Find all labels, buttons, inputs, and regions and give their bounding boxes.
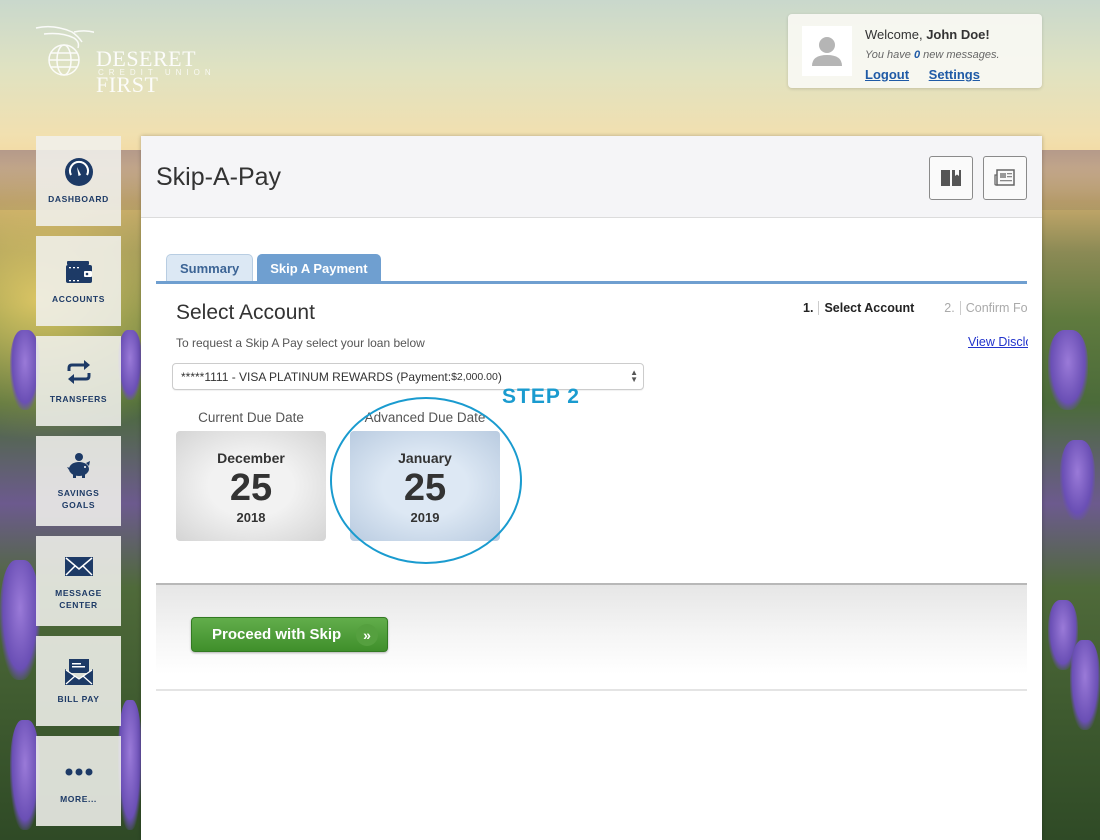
- account-select-value: *****1111 - VISA PLATINUM REWARDS (Payme…: [181, 369, 452, 384]
- transfer-arrows-icon: [67, 360, 90, 384]
- globe-bird-logo-icon: [35, 25, 94, 76]
- progress-steps: 1. Select Account 2. Confirm Form: [803, 296, 1027, 320]
- double-chevron-right-icon: »: [356, 624, 378, 646]
- envelope-icon: [64, 557, 93, 576]
- newspaper-icon: [994, 169, 1015, 186]
- advanced-due-label: Advanced Due Date: [364, 410, 486, 425]
- view-disclosure-link[interactable]: View Disclosure: [968, 335, 1028, 349]
- step-label: Confirm Form: [965, 301, 1027, 315]
- advanced-due-day: 25: [403, 466, 447, 509]
- book-icon: [941, 170, 961, 186]
- messages-notice: You have 0 new messages.: [865, 49, 1000, 61]
- account-select-amount: $2,000.00: [451, 370, 498, 383]
- sidebar-item-label: TRANSFERS: [49, 394, 108, 404]
- user-name: John Doe!: [926, 27, 990, 42]
- sidebar-item-label: DASHBOARD: [48, 194, 109, 204]
- step-label: Select Account: [824, 301, 915, 315]
- step-number: 1.: [803, 301, 820, 315]
- advanced-due-month: January: [398, 449, 452, 466]
- brand-logo[interactable]: DESERET FIRST CREDIT UNION: [34, 22, 264, 97]
- avatar: [802, 26, 852, 76]
- sidebar-item-savings-goals[interactable]: SAVINGS GOALS: [36, 436, 121, 526]
- current-due-month: December: [217, 449, 285, 466]
- more-dots-icon: [65, 768, 92, 776]
- step-select-account: 1. Select Account: [803, 301, 914, 315]
- advanced-due-year: 2019: [410, 509, 440, 525]
- account-select-close: ): [497, 369, 502, 384]
- bottom-divider: [156, 689, 1027, 691]
- tab-bar: Summary Skip A Payment: [166, 254, 385, 282]
- advanced-due-date-card: January 25 2019: [350, 431, 500, 541]
- proceed-with-skip-button[interactable]: Proceed with Skip »: [191, 617, 388, 652]
- brand-subtitle: CREDIT UNION: [98, 68, 216, 77]
- tab-skip-a-payment[interactable]: Skip A Payment: [257, 254, 381, 282]
- step-annotation: STEP 2: [502, 385, 580, 408]
- bill-envelope-icon: [64, 659, 93, 685]
- sidebar-item-label: SAVINGS GOALS: [57, 488, 100, 510]
- sidebar-item-label: BILL PAY: [57, 694, 100, 704]
- welcome-title: Welcome, John Doe!: [865, 27, 990, 42]
- skip-a-pay-panel: Skip-A-Pay Summary Skip A Payment Select…: [141, 136, 1042, 840]
- news-button[interactable]: [983, 156, 1027, 200]
- sidebar-item-bill-pay[interactable]: BILL PAY: [36, 636, 121, 726]
- section-title: Select Account: [176, 301, 315, 324]
- sidebar-item-label: ACCOUNTS: [52, 294, 105, 304]
- sidebar-item-message-center[interactable]: MESSAGE CENTER: [36, 536, 121, 626]
- panel-header: Skip-A-Pay: [141, 136, 1042, 218]
- instruction-text: To request a Skip A Pay select your loan…: [176, 336, 425, 350]
- piggy-bank-icon: [66, 453, 90, 478]
- step-number: 2.: [944, 301, 961, 315]
- sidebar-item-label: MORE...: [60, 794, 97, 804]
- gauge-icon: [64, 158, 93, 186]
- proceed-label: Proceed with Skip: [212, 626, 342, 643]
- user-welcome-panel: Welcome, John Doe! You have 0 new messag…: [788, 14, 1042, 88]
- account-links: Logout Settings: [865, 67, 996, 82]
- sidebar-item-transfers[interactable]: TRANSFERS: [36, 336, 121, 426]
- sidebar-item-accounts[interactable]: ACCOUNTS: [36, 236, 121, 326]
- user-silhouette-icon: [812, 37, 842, 66]
- sidebar-item-dashboard[interactable]: DASHBOARD: [36, 136, 121, 226]
- current-due-year: 2018: [236, 509, 266, 525]
- step-confirm-form: 2. Confirm Form: [944, 301, 1027, 315]
- message-count[interactable]: 0: [914, 49, 920, 61]
- current-due-day: 25: [229, 466, 273, 509]
- select-arrows-icon: ▲ ▼: [630, 368, 638, 384]
- tab-summary[interactable]: Summary: [166, 254, 254, 282]
- wallet-icon: [65, 261, 92, 283]
- action-bar: Proceed with Skip »: [156, 583, 1027, 690]
- current-due-date-card: December 25 2018: [176, 431, 326, 541]
- welcome-prefix: Welcome,: [865, 27, 923, 42]
- logout-link[interactable]: Logout: [865, 67, 909, 82]
- current-due-label: Current Due Date: [198, 410, 304, 425]
- sidebar-nav: DASHBOARD ACCOUNTS TRANSFERS SAVINGS GOA…: [36, 136, 121, 836]
- messages-suffix: new messages.: [923, 49, 1000, 61]
- page-title: Skip-A-Pay: [156, 163, 282, 191]
- sidebar-item-more[interactable]: MORE...: [36, 736, 121, 826]
- messages-prefix: You have: [865, 49, 911, 61]
- help-guide-button[interactable]: [929, 156, 973, 200]
- tab-underline: [156, 281, 1027, 284]
- settings-link[interactable]: Settings: [929, 67, 980, 82]
- sidebar-item-label: MESSAGE CENTER: [55, 588, 102, 610]
